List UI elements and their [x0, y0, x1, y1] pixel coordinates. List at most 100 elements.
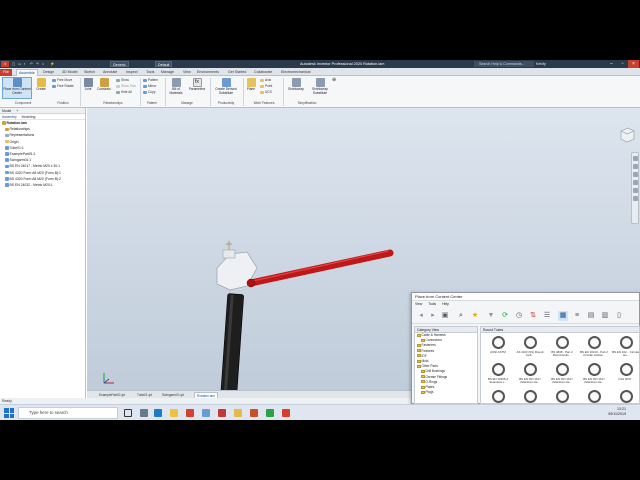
filter-icon[interactable]: ▼	[486, 311, 496, 321]
file-explorer-icon[interactable]	[170, 409, 178, 417]
app-taskbar-icon[interactable]	[250, 409, 258, 417]
back-icon[interactable]: ◂	[416, 311, 426, 321]
tab-get-started[interactable]: Get Started	[226, 69, 248, 76]
full-navigation-wheel-icon[interactable]	[632, 156, 638, 161]
table-view-icon[interactable]: ▥	[600, 311, 610, 321]
part-thumbnail[interactable]: BS EN 10305-4 Seamless c...	[483, 363, 513, 384]
help-search-input[interactable]: Search Help & Commands...	[474, 61, 534, 67]
taskbar-search-input[interactable]: Type here to search	[18, 407, 118, 419]
tab-file[interactable]: File	[0, 69, 12, 76]
taskbar-clock[interactable]: 13:21 09/11/2019	[608, 407, 626, 417]
plane-button[interactable]: Plane	[245, 78, 257, 92]
part-thumbnail[interactable]: BS EN 102... Circular Ho...	[611, 336, 639, 357]
inventor-taskbar-icon[interactable]	[218, 409, 226, 417]
create-button[interactable]: Create	[34, 78, 48, 92]
part-thumbnail[interactable]	[515, 390, 545, 403]
parameters-button[interactable]: fx Parameters	[186, 78, 208, 92]
browser-tab-add[interactable]: +	[16, 109, 18, 113]
tab-sketch[interactable]: Sketch	[82, 69, 97, 76]
browser-tab-modeling[interactable]: Modeling	[22, 115, 36, 119]
zoom-all-icon[interactable]	[632, 196, 638, 201]
sort-icon[interactable]: ⇅	[528, 311, 538, 321]
zoom-icon[interactable]	[632, 172, 638, 177]
part-thumbnail[interactable]: BS EN ISO 1127 (Stainless ste...	[579, 363, 609, 384]
history-icon[interactable]: ◷	[514, 311, 524, 321]
edge-icon[interactable]	[154, 409, 162, 417]
point-button[interactable]: Point	[260, 84, 272, 88]
tab-annotate[interactable]: Annotate	[101, 69, 119, 76]
part-thumbnail[interactable]	[579, 390, 609, 403]
tab-view[interactable]: View	[181, 69, 193, 76]
powerpoint-icon[interactable]	[282, 409, 290, 417]
browser-tab-assembly[interactable]: Assembly	[2, 115, 17, 119]
part-thumbnail[interactable]	[611, 390, 639, 403]
category-item[interactable]: Plugs	[415, 390, 477, 395]
list-view-icon[interactable]: ≡	[572, 311, 582, 321]
tab-collaborate[interactable]: Collaborate	[252, 69, 274, 76]
part-thumbnail[interactable]: ANSI ASTM	[483, 336, 513, 354]
close-icon[interactable]: ×	[628, 60, 639, 68]
settings-app-icon[interactable]	[140, 409, 148, 417]
axis-button[interactable]: Axis	[260, 78, 271, 82]
show-sick-button[interactable]: Show Sick	[116, 84, 136, 88]
new-icon[interactable]: ▢	[12, 61, 15, 67]
detail-view-icon[interactable]: ▤	[586, 311, 596, 321]
browser-item-nut[interactable]: BS EN 24032 - Metric M20:1	[0, 182, 85, 188]
free-rotate-button[interactable]: Free Rotate	[52, 84, 74, 88]
chrome-icon[interactable]	[186, 409, 194, 417]
show-button[interactable]: Show	[116, 78, 129, 82]
browser-tab-model[interactable]: Model	[2, 109, 11, 113]
part-thumbnail[interactable]: BS EN ISO 1127 (Stainless ste...	[547, 363, 577, 384]
tab-design[interactable]: Design	[41, 69, 56, 76]
look-at-icon[interactable]	[632, 188, 638, 193]
add-icon[interactable]: ⊕	[332, 78, 336, 83]
create-derived-substitute-button[interactable]: Create Derived Substitute	[212, 78, 240, 95]
tab-inspect[interactable]: Inspect	[124, 69, 140, 76]
category-tree[interactable]: Category View Cable & Harness Connectors…	[414, 326, 478, 404]
thumbnail-view-icon[interactable]: ▦	[558, 311, 568, 321]
excel-icon[interactable]	[266, 409, 274, 417]
menu-tools[interactable]: Tools	[428, 302, 436, 306]
shrinkwrap-button[interactable]: Shrinkwrap	[285, 78, 307, 92]
tab-tools[interactable]: Tools	[144, 69, 156, 76]
ucs-button[interactable]: UCS	[260, 90, 272, 94]
tab-environments[interactable]: Environments	[195, 69, 221, 76]
workspace-dropdown[interactable]: Generic	[110, 61, 129, 67]
redo-icon[interactable]: ↷	[36, 61, 39, 67]
appearance-dropdown[interactable]: Default	[155, 61, 173, 67]
refresh-icon[interactable]: ⟳	[500, 311, 510, 321]
shrinkwrap-substitute-button[interactable]: Shrinkwrap Substitute	[308, 78, 332, 95]
inventor-2-taskbar-icon[interactable]	[234, 409, 242, 417]
hide-all-button[interactable]: Hide All	[116, 90, 132, 94]
update-icon[interactable]: ⚡	[50, 61, 54, 67]
open-icon[interactable]: ▭	[18, 61, 21, 67]
swing-arm[interactable]	[247, 249, 394, 287]
mail-icon[interactable]	[202, 409, 210, 417]
orbit-icon[interactable]	[632, 180, 638, 185]
copy-button[interactable]: Copy	[143, 90, 155, 94]
menu-help[interactable]: Help	[442, 302, 449, 306]
home-icon[interactable]: ⌂	[42, 61, 44, 67]
user-name[interactable]: Kelvfy	[536, 61, 546, 67]
part-thumbnail[interactable]	[483, 390, 513, 403]
windows-start-icon[interactable]	[4, 408, 14, 418]
search-icon[interactable]: ⌕	[456, 311, 466, 321]
navigation-bar[interactable]	[631, 152, 639, 224]
joint-button[interactable]: Joint	[82, 78, 94, 92]
maximize-icon[interactable]: ▫	[617, 60, 628, 68]
pan-icon[interactable]	[632, 164, 638, 169]
task-view-icon[interactable]	[124, 409, 132, 417]
mirror-button[interactable]: Mirror	[143, 84, 156, 88]
part-thumbnail[interactable]: CSA 4037...	[611, 363, 639, 381]
part-thumbnail[interactable]: AS 1163 (SS) Round Holl...	[515, 336, 545, 357]
part-thumbnail[interactable]: BS EN 10210 - Part 2 Circular Hollow...	[579, 336, 609, 357]
free-move-button[interactable]: Free Move	[52, 78, 72, 82]
panel-icon[interactable]: ▯	[614, 311, 624, 321]
tab-assemble[interactable]: Assemble	[16, 69, 38, 76]
part-thumbnail[interactable]: BS 4848 - Part 2 Round Hollo...	[547, 336, 577, 357]
forward-icon[interactable]: ▸	[428, 311, 438, 321]
inventor-logo[interactable]: I	[1, 61, 9, 67]
bill-of-materials-button[interactable]: Bill of Materials	[167, 78, 185, 95]
tab-3d-model[interactable]: 3D Model	[60, 69, 79, 76]
minimize-icon[interactable]: –	[606, 60, 617, 68]
